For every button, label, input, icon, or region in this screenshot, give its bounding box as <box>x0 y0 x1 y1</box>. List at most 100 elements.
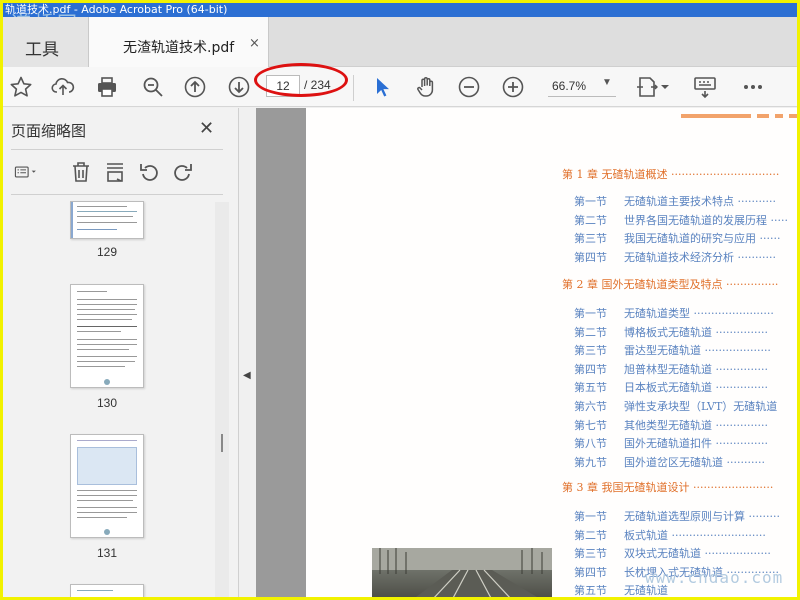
thumbnail-sidebar: 页面缩略图 ✕ 129 130 131 <box>3 108 239 597</box>
toc-section[interactable]: 第一节 无碴轨道主要技术特点 ··········· <box>574 193 776 209</box>
zoom-underline <box>548 96 616 97</box>
thumbnail-options-icon[interactable] <box>9 158 43 186</box>
toc-section[interactable]: 第三节 双块式无碴轨道 ··················· <box>574 545 771 561</box>
sidebar-scrollbar[interactable] <box>215 202 229 597</box>
tab-document-label: 无渣轨道技术.pdf <box>123 40 235 56</box>
toc-section-number: 第五节 <box>574 584 607 598</box>
sidebar-title: 页面缩略图 <box>11 122 87 140</box>
rotate-cw-icon[interactable] <box>169 158 197 186</box>
pdf-page: 第 1 章 无碴轨道概述 ···························… <box>306 108 797 598</box>
toc-section-number: 第六节 <box>574 400 607 413</box>
page-thumbnail[interactable] <box>70 201 144 239</box>
close-tab-icon[interactable]: × <box>249 36 260 51</box>
chevron-down-icon: ▼ <box>602 77 612 88</box>
main-toolbar: 12 / 234 66.7% ▼ <box>3 63 797 107</box>
toc-section[interactable]: 第八节 国外无碴轨道扣件 ··············· <box>574 435 768 451</box>
page-thumbnail[interactable] <box>70 434 144 538</box>
toc-section-title: 无碴轨道选型原则与计算 ········· <box>624 510 780 523</box>
toc-section-number: 第二节 <box>574 325 607 339</box>
toc-section-title: 其他类型无碴轨道 ··············· <box>624 418 768 432</box>
zoom-out-search-icon[interactable] <box>139 73 167 101</box>
toc-section-title: 雷达型无碴轨道 ··················· <box>624 344 771 358</box>
toc-chapter[interactable]: 第 3 章 我国无碴轨道设计 ······················· <box>562 479 773 495</box>
toc-section-number: 第三节 <box>574 344 607 358</box>
toc-section-number: 第九节 <box>574 455 607 469</box>
toc-section[interactable]: 第四节 无碴轨道技术经济分析 ··········· <box>574 249 776 265</box>
toc-section-title: 国外无碴轨道扣件 ··············· <box>624 437 768 451</box>
print-icon[interactable] <box>93 73 121 101</box>
page-display-caret-icon[interactable] <box>659 73 671 101</box>
toc-section-title: 博格板式无碴轨道 ··············· <box>624 325 768 339</box>
toc-section[interactable]: 第一节 无碴轨道选型原则与计算 ········· <box>574 508 780 524</box>
document-view[interactable]: 第 1 章 无碴轨道概述 ···························… <box>256 108 797 598</box>
railway-photo <box>372 548 552 597</box>
toc-section-title: 无碴轨道类型 ······················· <box>624 307 774 320</box>
tab-document[interactable]: 无渣轨道技术.pdf × <box>89 17 269 67</box>
page-up-icon[interactable] <box>181 73 209 101</box>
toc-section-title: 板式轨道 ··························· <box>624 528 766 542</box>
collapse-sidebar-handle[interactable]: ◀ <box>240 108 256 597</box>
page-thumbnail[interactable] <box>70 284 144 388</box>
toc-section-title: 双块式无碴轨道 ··················· <box>624 547 771 561</box>
app-window: 轨道技术.pdf - Adobe Acrobat Pro (64-bit) 道桥… <box>0 0 800 600</box>
tab-tools-label: 工具 <box>25 40 59 60</box>
window-title: 轨道技术.pdf - Adobe Acrobat Pro (64-bit) <box>3 3 797 17</box>
toc-section-number: 第五节 <box>574 381 607 395</box>
zoom-select[interactable]: 66.7% ▼ <box>548 75 618 97</box>
hand-icon[interactable] <box>412 73 440 101</box>
toc-section[interactable]: 第三节 我国无碴轨道的研究与应用 ······ <box>574 230 780 246</box>
toc-section[interactable]: 第九节 国外道岔区无碴轨道 ··········· <box>574 454 765 470</box>
trash-icon[interactable] <box>67 158 95 186</box>
sidebar-toolbar <box>3 156 239 190</box>
toc-section-number: 第二节 <box>574 213 607 227</box>
toc-section-number: 第一节 <box>574 510 607 523</box>
toc-section-title: 国外道岔区无碴轨道 ··········· <box>624 455 765 469</box>
thumbnail-page-number: 130 <box>96 396 118 410</box>
zoom-in-icon[interactable] <box>499 73 527 101</box>
upload-icon[interactable] <box>49 73 77 101</box>
toc-section[interactable]: 第二节 世界各国无碴轨道的发展历程 ····· <box>574 212 788 228</box>
star-icon[interactable] <box>7 73 35 101</box>
toc-section-number: 第三节 <box>574 232 607 246</box>
extract-pages-icon[interactable] <box>101 158 129 186</box>
watermark-bottom: www.cndao.com <box>645 568 784 587</box>
chevron-left-icon: ◀ <box>243 370 251 381</box>
sidebar-divider <box>11 149 223 150</box>
tab-tools[interactable]: 工具 <box>3 17 89 67</box>
toc-section[interactable]: 第三节 雷达型无碴轨道 ··················· <box>574 342 771 358</box>
thumbnail-page-number: 131 <box>96 546 118 560</box>
rotate-ccw-icon[interactable] <box>135 158 163 186</box>
toc-section-number: 第二节 <box>574 528 607 542</box>
zoom-value: 66.7% <box>552 79 587 93</box>
toc-section-number: 第三节 <box>574 547 607 561</box>
toc-section-title: 弹性支承块型（LVT）无碴轨道 <box>624 400 778 413</box>
toc-section[interactable]: 第六节 弹性支承块型（LVT）无碴轨道 <box>574 398 777 414</box>
toc-section[interactable]: 第五节 日本板式无碴轨道 ··············· <box>574 379 768 395</box>
page-display-icon[interactable] <box>633 73 661 101</box>
page-thumbnail[interactable] <box>70 584 144 597</box>
zoom-out-icon[interactable] <box>455 73 483 101</box>
page-down-icon[interactable] <box>225 73 253 101</box>
toc-chapter[interactable]: 第 2 章 国外无碴轨道类型及特点 ··············· <box>562 276 778 292</box>
toc-section[interactable]: 第一节 无碴轨道类型 ······················· <box>574 305 774 321</box>
toc-section[interactable]: 第七节 其他类型无碴轨道 ··············· <box>574 417 768 433</box>
close-sidebar-icon[interactable]: ✕ <box>199 118 214 139</box>
toc-section-number: 第四节 <box>574 250 607 264</box>
toc-section-number: 第四节 <box>574 565 607 579</box>
toc-section-title: 无碴轨道技术经济分析 ··········· <box>624 250 776 264</box>
tab-bar: 工具 无渣轨道技术.pdf × <box>3 17 797 67</box>
toc-section-title: 世界各国无碴轨道的发展历程 ····· <box>624 213 788 227</box>
toolbar-divider <box>353 75 354 101</box>
toc-section-number: 第四节 <box>574 362 607 376</box>
toc-chapter[interactable]: 第 1 章 无碴轨道概述 ···························… <box>562 166 779 182</box>
toc-section[interactable]: 第二节 板式轨道 ··························· <box>574 527 766 543</box>
scrollbar-thumb[interactable] <box>221 434 223 452</box>
toc-section-title: 日本板式无碴轨道 ··············· <box>624 381 768 395</box>
comment-icon[interactable] <box>691 73 719 101</box>
highlight-ellipse <box>254 63 348 97</box>
more-icon[interactable] <box>739 73 767 101</box>
toc-section-number: 第一节 <box>574 195 607 208</box>
toc-section[interactable]: 第四节 旭普林型无碴轨道 ··············· <box>574 361 768 377</box>
toc-section[interactable]: 第二节 博格板式无碴轨道 ··············· <box>574 324 768 340</box>
select-cursor-icon[interactable] <box>368 73 396 101</box>
